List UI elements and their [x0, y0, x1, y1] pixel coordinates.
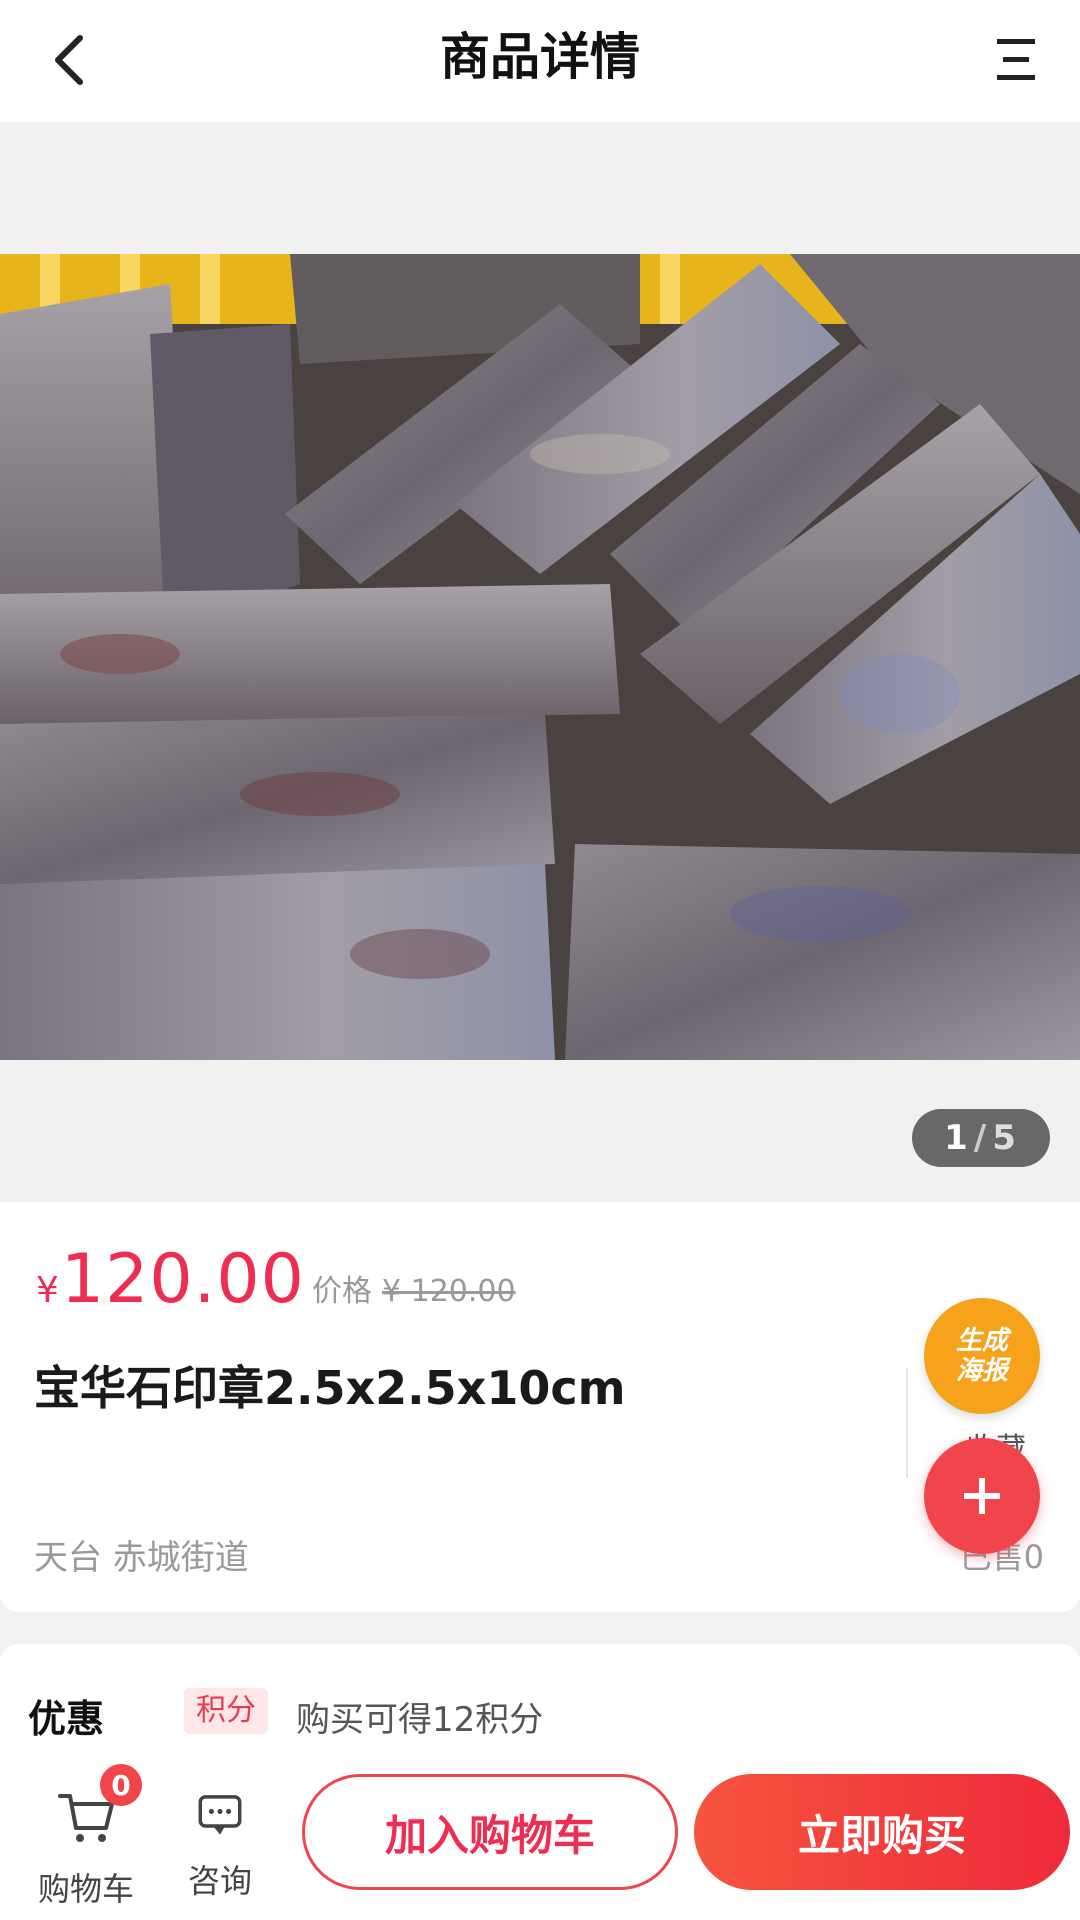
image-pager: 1 / 5: [912, 1109, 1050, 1167]
divider: [906, 1368, 908, 1478]
product-location: 天台 赤城街道: [34, 1538, 249, 1578]
pager-separator: /: [973, 1118, 989, 1158]
product-photo: [0, 254, 1080, 1060]
chat-icon: [198, 1795, 242, 1835]
top-nav-bar: 商品详情: [0, 0, 1080, 122]
original-price: 价格 ¥ 120.00: [312, 1266, 516, 1310]
page-title: 商品详情: [440, 28, 640, 86]
buy-now-button[interactable]: 立即购买: [694, 1774, 1070, 1890]
product-name: 宝华石印章2.5x2.5x10cm: [34, 1361, 626, 1415]
cart-label: 购物车: [37, 1870, 134, 1908]
price-amount: 120.00: [60, 1240, 305, 1319]
pager-current: 1: [944, 1118, 970, 1158]
promotion-text: 购买可得12积分: [296, 1700, 544, 1740]
cart-button[interactable]: 0 购物车: [28, 1764, 144, 1908]
promotion-title: 优惠: [28, 1697, 105, 1741]
poster-label-line1: 生成: [955, 1326, 1008, 1356]
menu-icon: [997, 39, 1035, 80]
consult-label: 咨询: [187, 1862, 252, 1900]
add-fab-button[interactable]: [924, 1438, 1040, 1554]
consult-button[interactable]: 咨询: [170, 1772, 270, 1902]
product-image-gallery[interactable]: 1 / 5: [0, 122, 1080, 1202]
poster-label-line2: 海报: [955, 1356, 1008, 1386]
price-currency: ¥: [36, 1270, 59, 1311]
generate-poster-button[interactable]: 生成 海报: [924, 1298, 1040, 1414]
chevron-left-icon: [55, 35, 83, 85]
price: ¥ 120.00: [36, 1240, 305, 1319]
cart-count-badge: 0: [100, 1764, 142, 1806]
plus-icon: [964, 1478, 1000, 1514]
product-info-card: ¥ 120.00 价格 ¥ 120.00 宝华石印章2.5x2.5x10cm 收…: [0, 1202, 1080, 1612]
points-tag: 积分: [184, 1688, 268, 1734]
original-price-value: ¥ 120.00: [382, 1274, 516, 1309]
bottom-action-bar: 0 购物车 咨询 加入购物车 立即购买: [0, 1744, 1080, 1920]
back-button[interactable]: [30, 20, 110, 100]
add-to-cart-button[interactable]: 加入购物车: [302, 1774, 678, 1890]
pager-total: 5: [992, 1118, 1018, 1158]
original-price-label: 价格: [312, 1274, 372, 1309]
menu-button[interactable]: [976, 20, 1056, 100]
